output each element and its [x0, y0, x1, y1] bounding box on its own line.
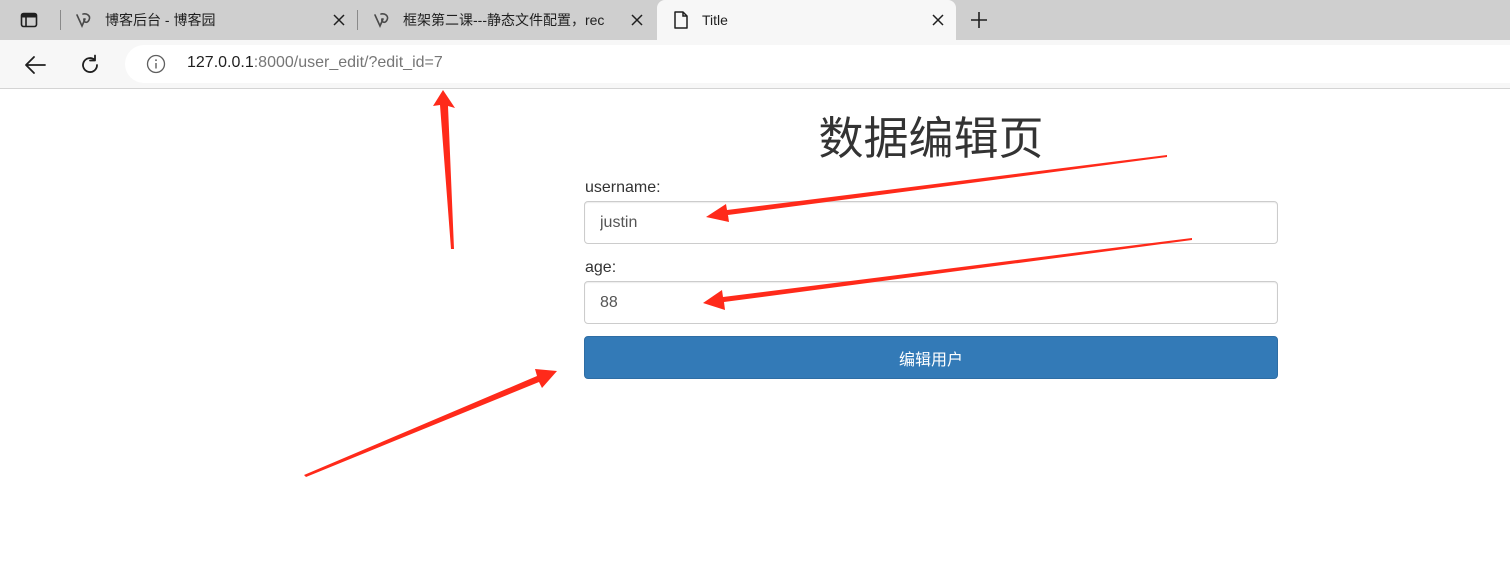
back-icon[interactable] — [18, 48, 52, 82]
cnblogs-icon — [372, 10, 392, 30]
username-input[interactable] — [584, 201, 1278, 244]
address-host: 127.0.0.1 — [187, 54, 254, 71]
page-icon — [671, 10, 691, 30]
address-url[interactable]: 127.0.0.1:8000/user_edit/?edit_id=7 — [187, 54, 443, 72]
address-path: :8000/user_edit/?edit_id=7 — [253, 54, 443, 71]
cnblogs-icon — [74, 10, 94, 30]
info-icon[interactable] — [145, 53, 167, 75]
close-tab-icon[interactable] — [928, 10, 948, 30]
address-bar[interactable]: 127.0.0.1:8000/user_edit/?edit_id=7 — [125, 45, 1510, 83]
username-label: username: — [585, 179, 661, 196]
tab-strip: 博客后台 - 博客园 框架第二课---静态文件配置，rec Title — [0, 0, 1510, 40]
tab-title: Title — [702, 12, 728, 28]
tab-1[interactable]: 博客后台 - 博客园 — [60, 0, 357, 40]
close-tab-icon[interactable] — [627, 10, 647, 30]
reload-icon[interactable] — [73, 48, 107, 82]
tab-3-active[interactable]: Title — [657, 0, 956, 40]
tab-title: 框架第二课---静态文件配置，rec — [403, 12, 605, 28]
annotation-arrow-url — [433, 90, 455, 249]
age-input[interactable] — [584, 281, 1278, 324]
age-label: age: — [585, 259, 617, 276]
edit-user-button[interactable]: 编辑用户 — [584, 336, 1278, 379]
page-title: 数据编辑页 — [818, 112, 1044, 165]
tab-title: 博客后台 - 博客园 — [105, 12, 216, 28]
close-tab-icon[interactable] — [329, 10, 349, 30]
tab-actions-icon[interactable] — [10, 5, 48, 35]
new-tab-icon[interactable] — [964, 5, 994, 35]
tab-2[interactable]: 框架第二课---静态文件配置，rec — [358, 0, 655, 40]
annotation-arrow-button — [304, 369, 557, 477]
browser-toolbar: 127.0.0.1:8000/user_edit/?edit_id=7 — [0, 40, 1510, 89]
